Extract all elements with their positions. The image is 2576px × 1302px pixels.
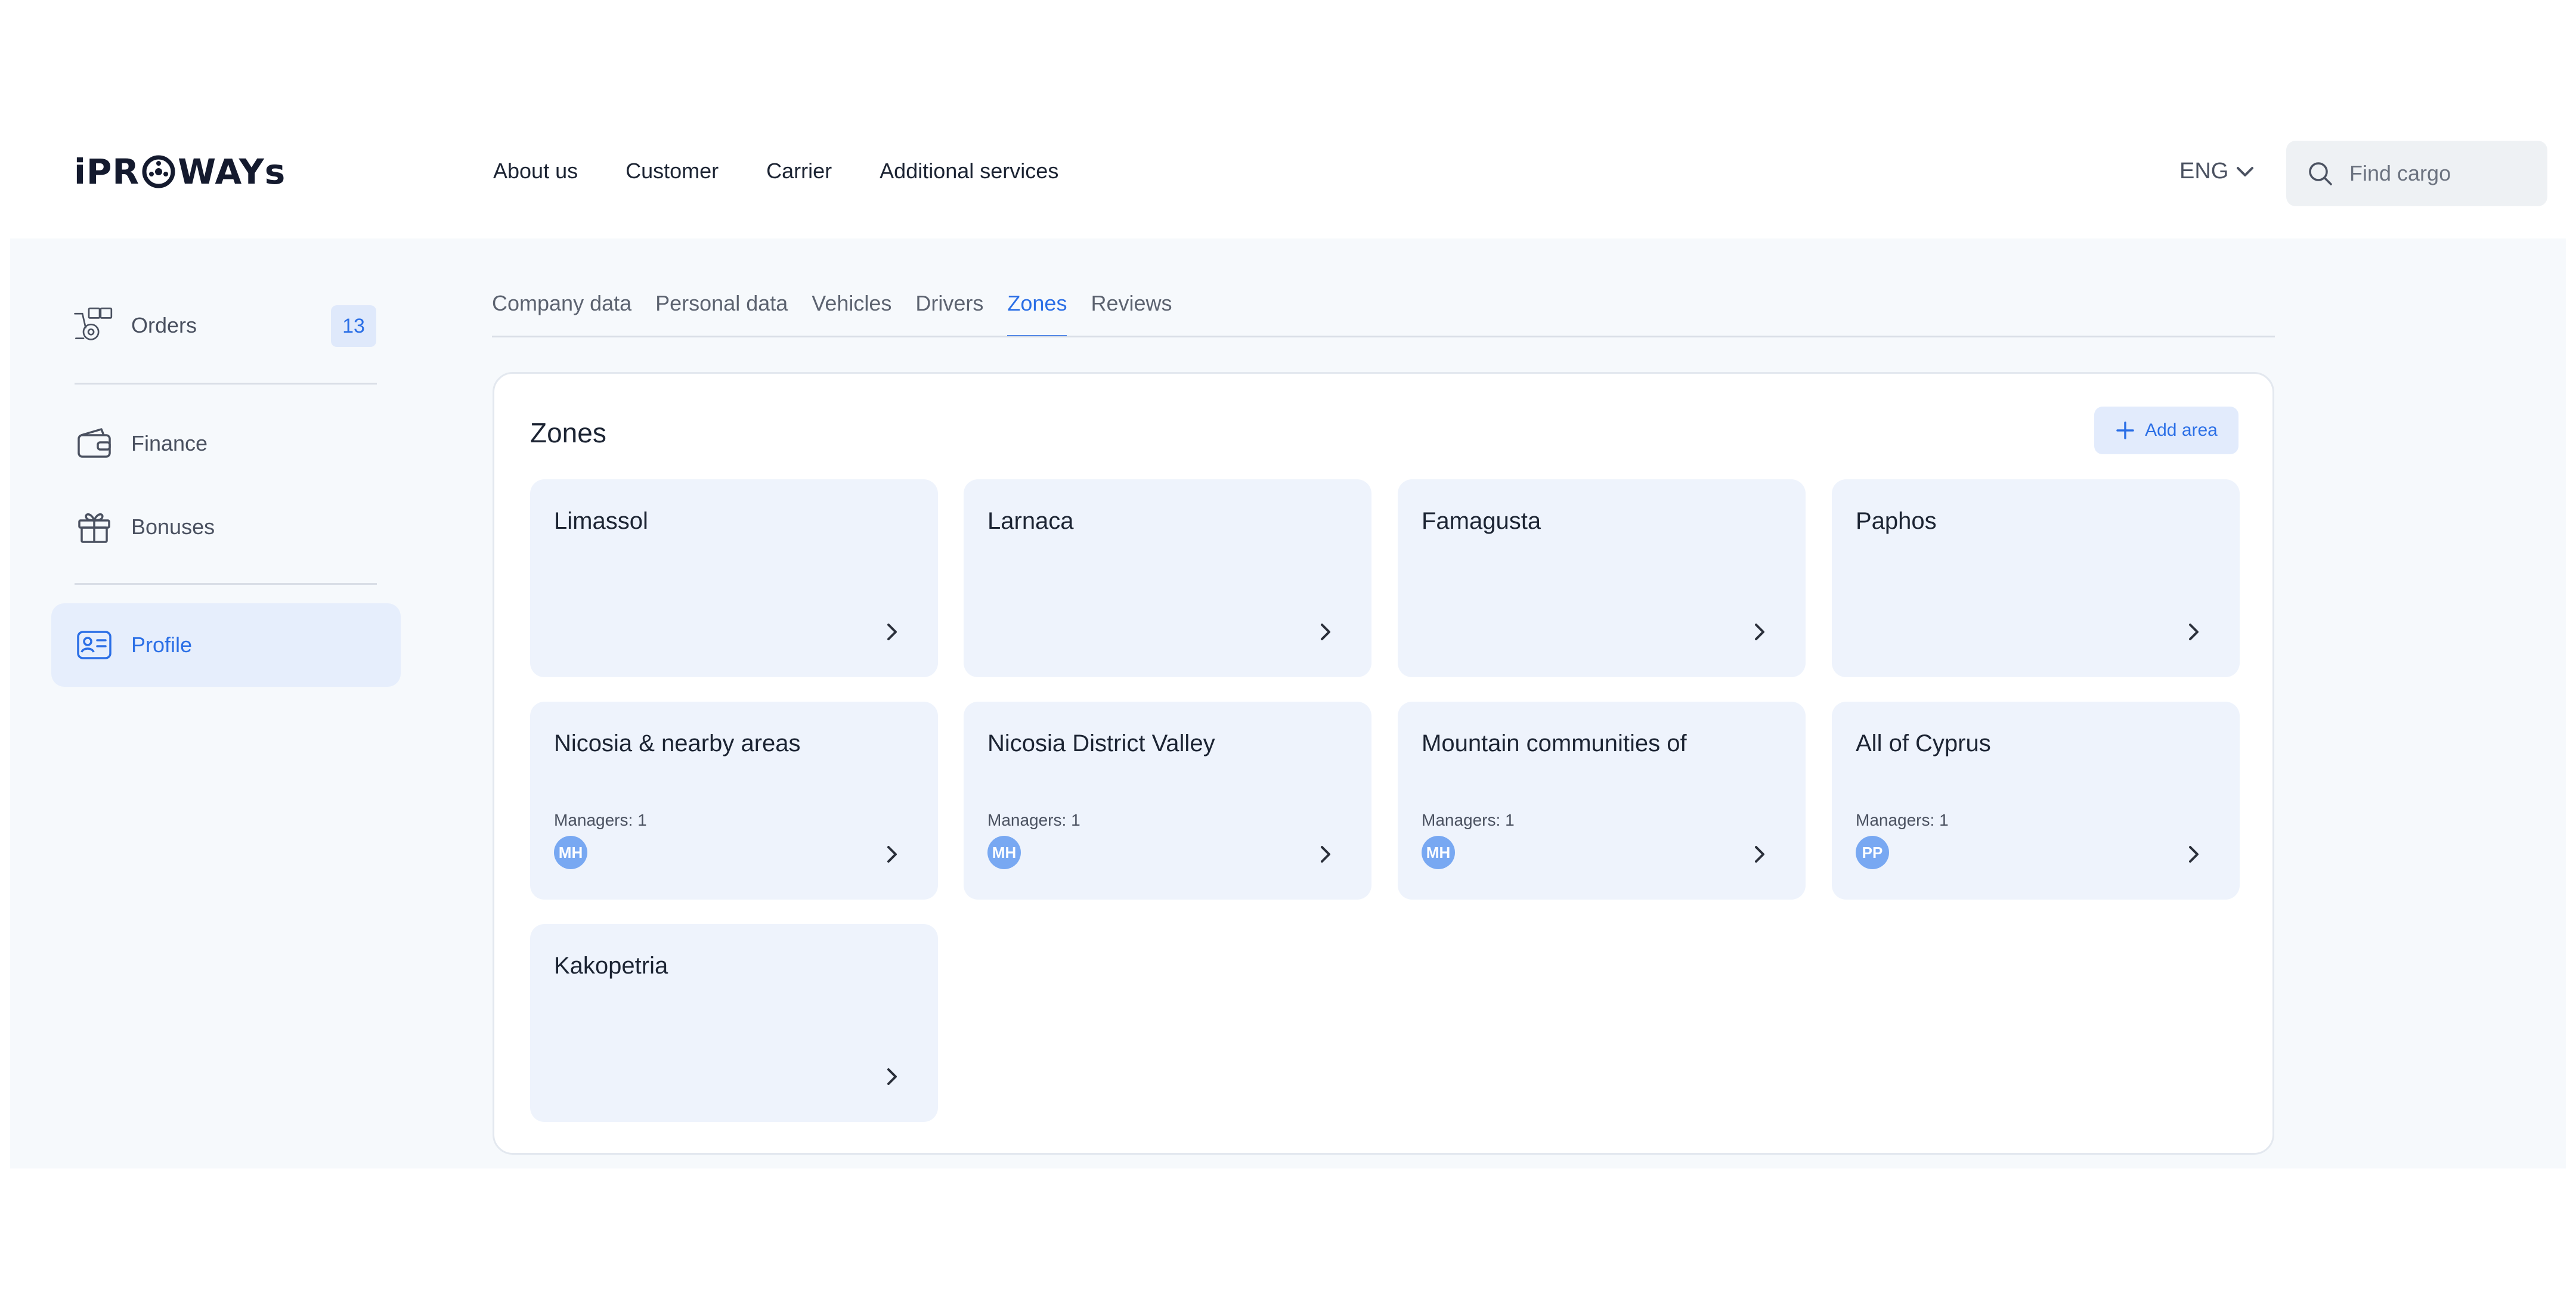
zone-card-nicosia-nearby[interactable]: Nicosia & nearby areas Managers: 1 MH — [530, 702, 938, 900]
language-selector[interactable]: ENG — [2179, 159, 2255, 184]
search-icon — [2309, 162, 2332, 185]
chevron-right-icon — [2189, 624, 2199, 640]
chevron-right-icon — [887, 1068, 897, 1085]
zone-name: Nicosia & nearby areas — [554, 730, 801, 757]
tab-personal-data[interactable]: Personal data — [655, 291, 788, 337]
nav-customer[interactable]: Customer — [626, 159, 719, 184]
chevron-down-icon — [2237, 166, 2254, 176]
sidebar-item-label: Finance — [131, 431, 208, 455]
nav-additional-services[interactable]: Additional services — [880, 159, 1058, 184]
logo-wheel-icon — [142, 155, 175, 188]
sidebar-item-finance[interactable]: Finance — [73, 422, 208, 465]
orders-count-badge: 13 — [331, 305, 376, 347]
zone-card-mountain-communities[interactable]: Mountain communities of Managers: 1 MH — [1398, 702, 1806, 900]
chevron-right-icon — [1755, 846, 1764, 863]
logo[interactable]: iPR WAYs — [74, 151, 286, 192]
managers-count: Managers: 1 — [987, 811, 1080, 829]
sidebar-item-bonuses[interactable]: Bonuses — [73, 506, 215, 548]
gift-icon — [73, 506, 116, 548]
chevron-right-icon — [1321, 846, 1330, 863]
nav-carrier[interactable]: Carrier — [766, 159, 832, 184]
zone-name: Nicosia District Valley — [987, 730, 1215, 757]
managers-count: Managers: 1 — [1422, 811, 1515, 829]
zone-card-nicosia-district-valley[interactable]: Nicosia District Valley Managers: 1 MH — [964, 702, 1371, 900]
sidebar-divider — [75, 383, 377, 385]
avatar: PP — [1856, 836, 1889, 869]
zone-name: Famagusta — [1422, 508, 1541, 534]
search-box[interactable] — [2286, 141, 2547, 206]
plus-icon — [2116, 421, 2134, 439]
top-header: iPR WAYs About us Customer Carrier Addit… — [0, 101, 2576, 238]
zone-name: Mountain communities of — [1422, 730, 1687, 757]
tab-vehicles[interactable]: Vehicles — [812, 291, 891, 337]
sidebar-item-label: Orders — [131, 313, 197, 337]
sidebar-divider — [75, 583, 377, 585]
zone-card-paphos[interactable]: Paphos — [1832, 479, 2240, 677]
tabs-underline — [492, 336, 2275, 337]
zone-card-famagusta[interactable]: Famagusta — [1398, 479, 1806, 677]
profile-tabs: Company data Personal data Vehicles Driv… — [492, 291, 1172, 337]
chevron-right-icon — [2189, 846, 2199, 863]
managers-count: Managers: 1 — [554, 811, 647, 829]
zones-panel: Zones Add area Limassol Larnaca Famagust… — [493, 372, 2274, 1155]
main-nav: About us Customer Carrier Additional ser… — [493, 159, 1058, 184]
zone-name: Larnaca — [987, 508, 1074, 534]
avatar: MH — [1422, 836, 1455, 869]
language-label: ENG — [2179, 159, 2229, 184]
zone-card-larnaca[interactable]: Larnaca — [964, 479, 1371, 677]
zone-name: All of Cyprus — [1856, 730, 1991, 757]
managers-count: Managers: 1 — [1856, 811, 1949, 829]
chevron-right-icon — [887, 846, 897, 863]
nav-about-us[interactable]: About us — [493, 159, 578, 184]
sidebar-item-profile[interactable]: Profile — [73, 624, 192, 666]
zone-name: Paphos — [1856, 508, 1937, 534]
tab-reviews[interactable]: Reviews — [1091, 291, 1172, 337]
zone-name: Kakopetria — [554, 953, 668, 979]
zone-name: Limassol — [554, 508, 648, 534]
zone-card-kakopetria[interactable]: Kakopetria — [530, 924, 938, 1122]
logo-text-start: iPR — [74, 151, 140, 192]
add-area-button[interactable]: Add area — [2094, 407, 2238, 454]
chevron-right-icon — [1755, 624, 1764, 640]
tab-zones[interactable]: Zones — [1007, 291, 1067, 337]
add-area-label: Add area — [2145, 420, 2218, 440]
avatar: MH — [987, 836, 1021, 869]
logo-text-end: WAYs — [178, 151, 286, 192]
orders-icon — [73, 304, 116, 347]
chevron-right-icon — [1321, 624, 1330, 640]
sidebar-item-label: Bonuses — [131, 514, 215, 539]
wallet-icon — [73, 422, 116, 465]
tab-company-data[interactable]: Company data — [492, 291, 631, 337]
tab-drivers[interactable]: Drivers — [915, 291, 983, 337]
profile-card-icon — [73, 624, 116, 666]
zones-title: Zones — [530, 417, 606, 448]
chevron-right-icon — [887, 624, 897, 640]
sidebar-item-label: Profile — [131, 633, 193, 657]
avatar: MH — [554, 836, 587, 869]
zone-card-limassol[interactable]: Limassol — [530, 479, 938, 677]
zone-card-all-of-cyprus[interactable]: All of Cyprus Managers: 1 PP — [1832, 702, 2240, 900]
sidebar-item-orders[interactable]: Orders — [73, 304, 197, 347]
search-input[interactable] — [2349, 161, 2528, 186]
